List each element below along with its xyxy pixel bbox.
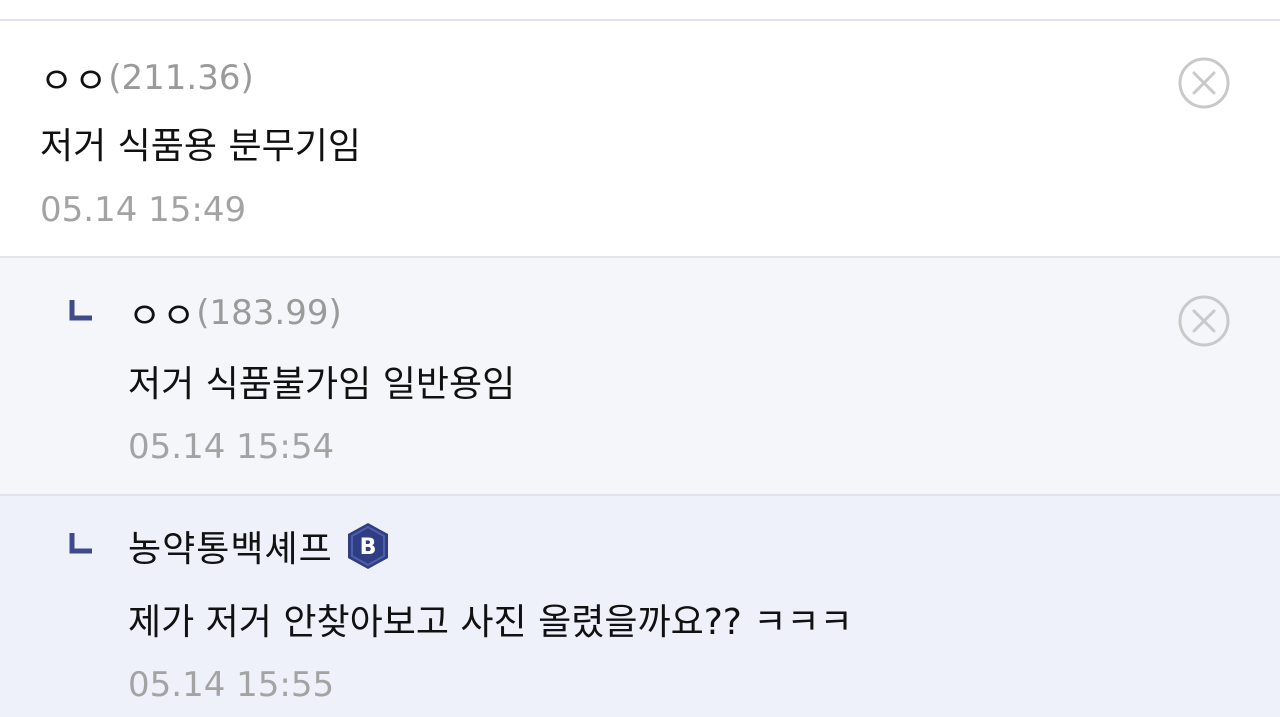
reply-timestamp: 05.14 15:54 [128, 427, 335, 467]
reply-ip: (183.99) [196, 293, 342, 333]
author-reply-timestamp: 05.14 15:55 [128, 665, 335, 705]
circle-x-icon [1178, 295, 1230, 347]
comment-timestamp: 05.14 15:49 [40, 190, 247, 230]
comment-text: 저거 식품용 분무기임 [40, 126, 361, 167]
comment-list: ㅇㅇ (211.36) 저거 식품용 분무기임 05.14 15:49 ㅇㅇ (18… [0, 0, 1280, 717]
author-reply-text: 제가 저거 안찾아보고 사진 올렸을까요?? ㅋㅋㅋ [128, 602, 853, 643]
badge-letter: B [359, 535, 376, 560]
reply-nickname[interactable]: ㅇㅇ [128, 287, 196, 339]
reply-item: ㅇㅇ (183.99) 저거 식품불가임 일반용임 05.14 15:54 [0, 258, 1280, 496]
author-reply-item: 농약통백셰프 B 제가 저거 안찾아보고 사진 올렸을까요?? ㅋㅋㅋ 05.1… [0, 496, 1280, 717]
reply-corner-icon [69, 533, 92, 554]
author-nickname[interactable]: 농약통백셰프 [128, 520, 333, 572]
author-reply-header: 농약통백셰프 B [128, 521, 391, 571]
hexagon-badge-icon: B [347, 523, 388, 569]
comment-ip: (211.36) [108, 58, 254, 98]
comment-nickname[interactable]: ㅇㅇ [40, 52, 108, 104]
circle-x-icon [1178, 57, 1230, 109]
previous-comment-edge [0, 0, 1280, 21]
reply-header: ㅇㅇ (183.99) [128, 288, 342, 338]
comment-item: ㅇㅇ (211.36) 저거 식품용 분무기임 05.14 15:49 [0, 21, 1280, 258]
comment-header: ㅇㅇ (211.36) [40, 53, 254, 103]
reply-text: 저거 식품불가임 일반용임 [128, 364, 516, 405]
reply-corner-icon [69, 300, 92, 321]
delete-reply-button[interactable] [1176, 293, 1232, 349]
delete-comment-button[interactable] [1176, 55, 1232, 111]
